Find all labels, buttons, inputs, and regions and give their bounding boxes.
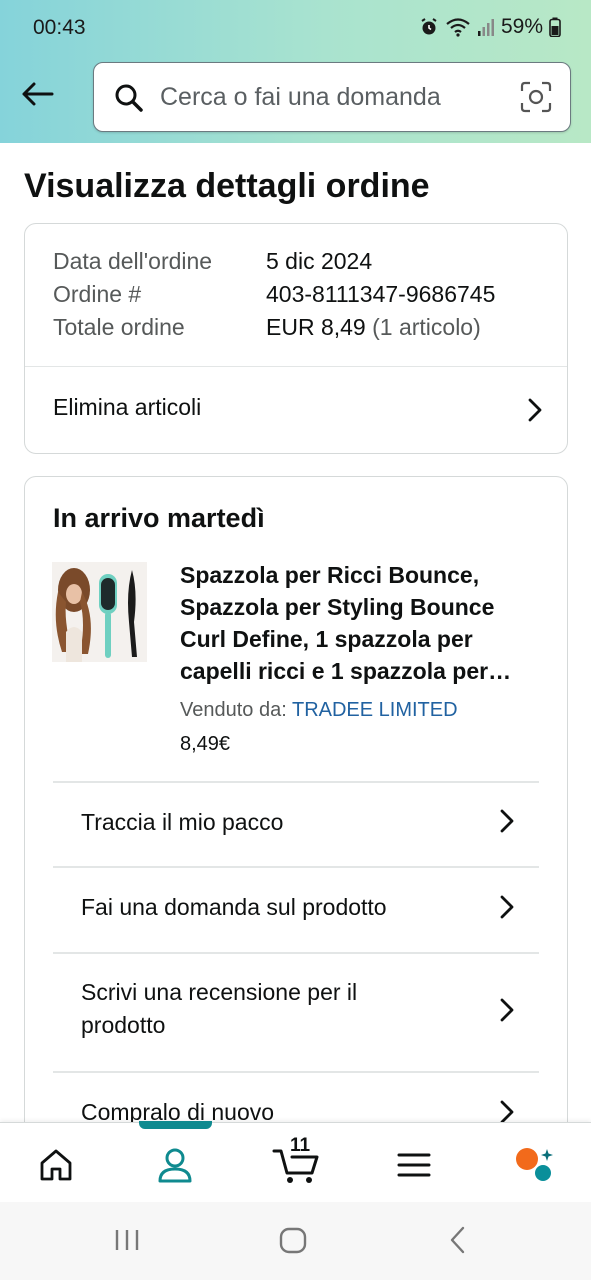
nav-account[interactable]	[145, 1141, 205, 1189]
ask-question-row[interactable]: Fai una domanda sul prodotto	[53, 866, 539, 952]
home-icon	[40, 1149, 72, 1181]
cart-count-badge: 11	[290, 1135, 311, 1156]
seller-link[interactable]: TRADEE LIMITED	[292, 699, 458, 721]
product-title[interactable]: Spazzola per Ricci Bounce, Spazzola per …	[180, 559, 540, 687]
delete-items-link[interactable]: Elimina articoli	[25, 367, 567, 453]
order-total-value: EUR 8,49 (1 articolo)	[266, 314, 481, 341]
active-tab-indicator	[139, 1121, 212, 1129]
wifi-icon	[445, 17, 471, 37]
ask-question-label: Fai una domanda sul prodotto	[81, 894, 387, 920]
person-icon	[158, 1148, 192, 1183]
hamburger-menu-icon	[397, 1153, 431, 1177]
chevron-right-icon	[500, 895, 514, 919]
seller-prefix: Venduto da:	[180, 699, 287, 721]
system-navigation-bar	[0, 1202, 591, 1280]
delete-items-label: Elimina articoli	[53, 394, 202, 420]
order-total-amount: EUR 8,49	[266, 314, 366, 340]
order-number-label: Ordine #	[53, 281, 142, 307]
recent-apps-icon[interactable]	[113, 1224, 141, 1256]
battery-percent: 59%	[500, 15, 543, 38]
nav-rufus[interactable]	[503, 1141, 563, 1189]
arrival-heading: In arrivo martedì	[53, 503, 265, 533]
back-chevron-icon[interactable]	[447, 1224, 469, 1256]
signal-icon	[477, 17, 495, 37]
assistant-icon	[516, 1148, 553, 1181]
chevron-right-icon	[500, 1100, 514, 1124]
track-package-row[interactable]: Traccia il mio pacco	[53, 781, 539, 866]
back-button[interactable]	[16, 74, 58, 114]
search-input[interactable]	[160, 77, 500, 117]
status-time: 00:43	[33, 16, 86, 39]
chevron-right-icon	[500, 998, 514, 1022]
status-bar: 00:43 59%	[0, 0, 591, 56]
product-image[interactable]	[52, 562, 147, 662]
alarm-icon	[419, 17, 439, 37]
page-title: Visualizza dettagli ordine	[24, 167, 430, 205]
order-date-value: 5 dic 2024	[266, 248, 373, 274]
chevron-right-icon	[528, 398, 542, 422]
shipment-card: In arrivo martedì Spazzola per Ricci Bou…	[24, 476, 568, 1176]
nav-home[interactable]	[26, 1141, 86, 1189]
status-icons: 59%	[419, 15, 561, 39]
order-number-value: 403-8111347-9686745	[266, 281, 496, 307]
bottom-navigation: 11	[0, 1121, 591, 1202]
write-review-label: Scrivi una recensione per il prodotto	[81, 979, 358, 1038]
camera-scan-icon[interactable]	[520, 81, 552, 113]
write-review-row[interactable]: Scrivi una recensione per il prodotto	[53, 952, 539, 1071]
home-circle-icon[interactable]	[278, 1224, 308, 1256]
arrow-left-icon	[22, 82, 54, 106]
order-summary-card: Data dell'ordine 5 dic 2024 Ordine # 403…	[24, 223, 568, 454]
battery-icon	[549, 17, 561, 37]
seller-info: Venduto da: TRADEE LIMITED	[180, 699, 458, 722]
nav-menu[interactable]	[384, 1141, 444, 1189]
search-bar[interactable]	[93, 62, 571, 132]
chevron-right-icon	[500, 809, 514, 833]
order-total-label: Totale ordine	[53, 314, 185, 340]
track-package-label: Traccia il mio pacco	[81, 809, 284, 835]
order-item-count: (1 articolo)	[372, 314, 481, 340]
product-price: 8,49€	[180, 733, 231, 755]
search-icon	[115, 84, 143, 112]
order-date-label: Data dell'ordine	[53, 248, 213, 274]
header-area: 00:43 59%	[0, 0, 591, 143]
